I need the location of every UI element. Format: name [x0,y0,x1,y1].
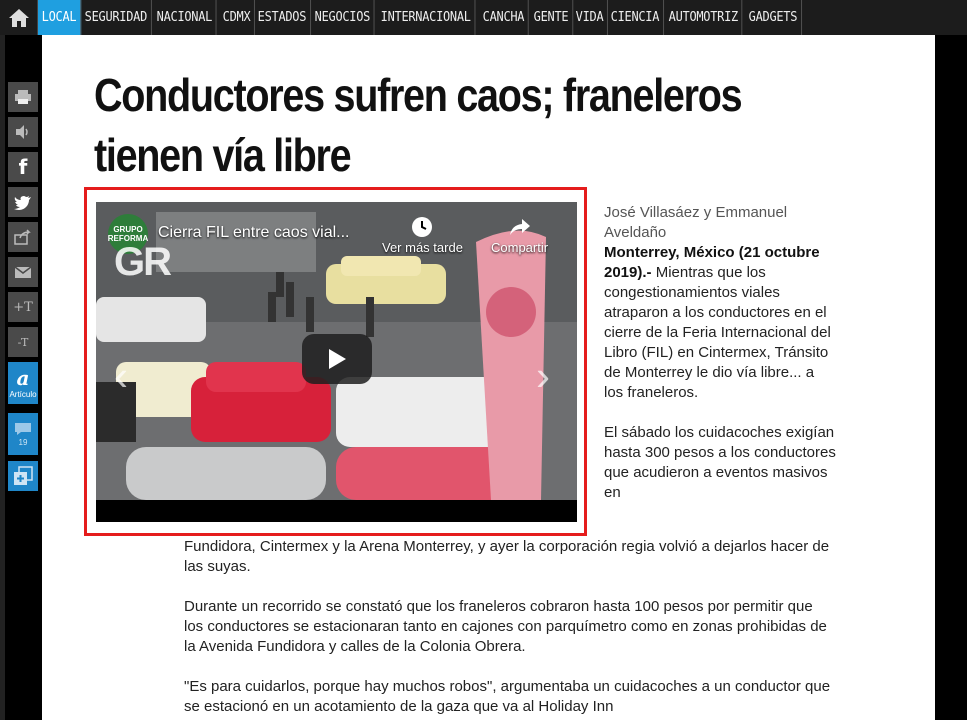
prev-arrow-icon[interactable]: ‹ [114,352,128,400]
video-title[interactable]: Cierra FIL entre caos vial... [158,224,349,242]
paragraph-2: El sábado los cuidacoches exigían hasta … [604,424,836,501]
share-forward-icon [509,219,530,235]
nav-item-cdmx[interactable]: CDMX [219,0,255,35]
nav-item-seguridad[interactable]: SEGURIDAD [81,0,152,35]
facebook-share-button[interactable]: f [8,152,38,182]
comment-icon [15,422,31,435]
video-highlight-box: GRUPO REFORMA GR Cierra FIL entre caos v… [84,187,587,536]
nav-item-internacional[interactable]: INTERNACIONAL [377,0,475,35]
article-intro-column: Monterrey, México (21 octubre 2019).- Mi… [604,243,836,503]
clock-icon [412,217,433,237]
nav-item-automotriz[interactable]: AUTOMOTRIZ [665,0,743,35]
stacked-plus-icon [14,466,33,485]
email-button[interactable] [8,257,38,287]
article-label: Artículo [9,389,37,399]
nav-item-estados[interactable]: ESTADOS [254,0,311,35]
article-view-button[interactable]: a Artículo [8,362,38,404]
nav-item-nacional[interactable]: NACIONAL [153,0,218,35]
comments-button[interactable]: 19 [8,413,38,455]
sidebar-stripe [0,35,5,720]
nav-item-cancha[interactable]: CANCHA [479,0,530,35]
comments-count: 19 [18,437,28,447]
article-page: Conductores sufren caos; franeleros tien… [42,35,935,720]
paragraph-3: Durante un recorrido se constató que los… [184,598,827,655]
share-button[interactable] [8,222,38,252]
twitter-icon [14,195,31,210]
watch-later-button[interactable]: Ver más tarde [382,214,463,255]
decrease-font-button[interactable]: -T [8,327,38,357]
speaker-icon [16,125,28,139]
video-player[interactable]: GRUPO REFORMA GR Cierra FIL entre caos v… [96,202,577,522]
home-button[interactable] [0,0,38,35]
nav-item-gente[interactable]: GENTE [530,0,573,35]
font-increase-icon: +T [13,299,33,315]
share-video-button[interactable]: Compartir [491,214,548,255]
nav-item-local[interactable]: LOCAL [38,0,81,35]
article-title: Conductores sufren caos; franeleros tien… [94,65,799,185]
share-arrow-icon [14,229,31,245]
article-a-icon: a [16,365,30,390]
play-button[interactable] [302,334,372,384]
watch-later-label: Ver más tarde [382,240,463,255]
next-arrow-icon[interactable]: › [536,352,550,400]
facebook-icon: f [18,155,28,179]
title-line-2: tienen vía libre [94,129,352,181]
video-watermark: GR [114,240,172,284]
nav-item-negocios[interactable]: NEGOCIOS [311,0,376,35]
increase-font-button[interactable]: +T [8,292,38,322]
play-icon [329,349,346,369]
print-icon [15,90,31,104]
paragraph-4: "Es para cuidarlos, porque hay muchos ro… [184,678,831,715]
home-icon [8,8,29,27]
nav-item-ciencia[interactable]: CIENCIA [607,0,665,35]
paragraph-1-text: Mientras que los congestionamientos vial… [604,264,831,401]
paragraph-2-continued: Fundidora, Cintermex y la Arena Monterre… [184,538,830,575]
nav-item-gadgets[interactable]: GADGETS [745,0,803,35]
twitter-share-button[interactable] [8,187,38,217]
top-navigation: LOCAL SEGURIDAD NACIONAL CDMX ESTADOS NEGOCIO… [0,0,967,35]
audio-button[interactable] [8,117,38,147]
envelope-icon [14,266,32,278]
more-button[interactable] [8,461,38,491]
video-control-bar [96,500,577,522]
print-button[interactable] [8,82,38,112]
font-decrease-icon: -T [17,335,29,349]
title-line-1: Conductores sufren caos; franeleros [94,69,743,121]
article-byline: José Villasáez y Emmanuel Aveldaño [604,204,788,241]
paragraph-1: Monterrey, México (21 octubre 2019).- Mi… [604,243,836,403]
right-gutter [935,35,967,720]
nav-item-vida[interactable]: VIDA [572,0,609,35]
share-video-label: Compartir [491,240,549,255]
